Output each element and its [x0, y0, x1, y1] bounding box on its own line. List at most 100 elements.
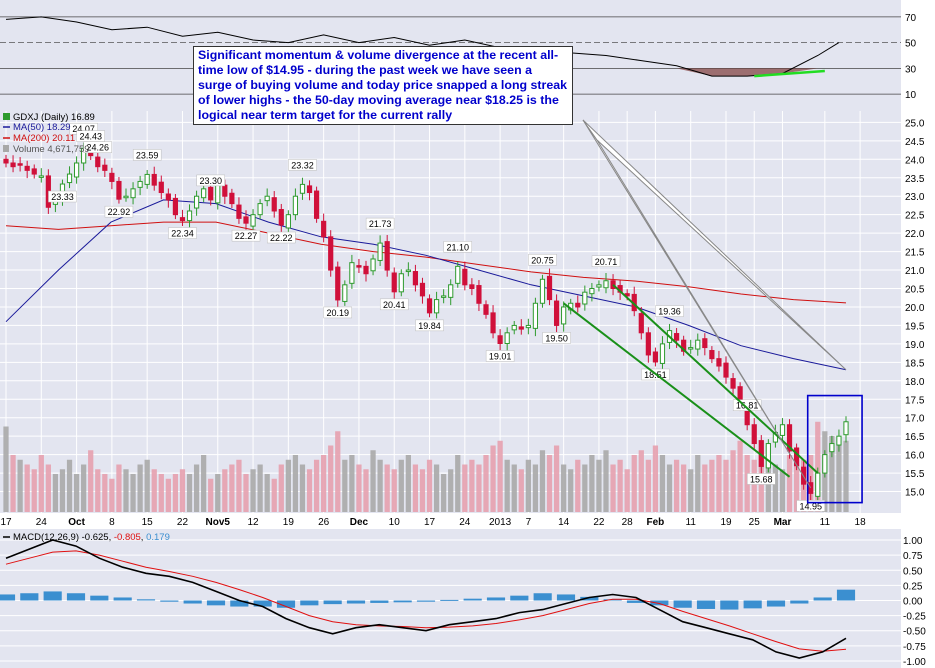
price-label: 20.19 — [323, 306, 353, 319]
volume-bar — [603, 450, 609, 512]
ticker-icon — [3, 113, 10, 120]
volume-bar — [356, 464, 362, 512]
candle-body — [384, 241, 390, 271]
price-label-text: 23.59 — [136, 150, 159, 160]
volume-bar — [476, 464, 482, 512]
candle-body — [335, 266, 341, 301]
date-tick-label: 24 — [36, 517, 48, 528]
rsi-tick-label: 50 — [905, 39, 917, 50]
volume-bar — [201, 455, 207, 512]
candle-body — [95, 156, 101, 168]
volume-bar — [582, 464, 588, 512]
candle-body — [172, 197, 179, 216]
candle-body — [116, 180, 122, 200]
macd-histogram-bar — [440, 599, 459, 601]
volume-bar — [299, 464, 306, 512]
macd-histogram-bar — [323, 600, 342, 605]
candle-body — [130, 188, 136, 199]
volume-bar — [342, 459, 348, 512]
candle-body — [504, 332, 510, 345]
volume-legend-icon — [3, 145, 9, 152]
macd-histogram-bar — [370, 600, 389, 603]
volume-bar — [681, 464, 687, 512]
volume-bar — [186, 474, 193, 512]
candle-body — [645, 332, 651, 356]
price-label-text: 22.22 — [270, 233, 293, 243]
candle-body — [815, 472, 821, 497]
price-label-text: 19.36 — [658, 307, 681, 317]
candle-body — [702, 338, 708, 349]
volume-bar — [483, 455, 489, 512]
candle-body — [229, 192, 235, 205]
candle-body — [808, 482, 814, 494]
volume-bar — [31, 469, 37, 512]
volume-bar — [391, 469, 397, 512]
candle-body — [24, 165, 30, 171]
price-label: 15.68 — [747, 473, 776, 485]
price-label-text: 20.19 — [326, 308, 349, 318]
macd-tick-label: -0.75 — [903, 642, 926, 653]
candle — [539, 274, 546, 308]
candle-body — [441, 295, 447, 298]
volume-bar — [123, 469, 129, 512]
macd-histogram-bar — [696, 600, 716, 609]
macd-histogram-bar — [206, 600, 226, 606]
volume-bar — [363, 469, 369, 512]
ma50-label: MA(50) 18.29 — [13, 122, 71, 133]
volume-bar — [257, 464, 263, 512]
volume-bar — [229, 464, 235, 512]
date-tick-label: 22 — [593, 517, 605, 528]
macd-histogram-bar — [790, 600, 809, 604]
macd-histogram-bar — [813, 597, 832, 601]
date-tick-label: 19 — [720, 517, 732, 528]
candle-body — [285, 214, 291, 229]
price-label-text: 20.41 — [383, 300, 406, 310]
candle-body — [137, 180, 143, 188]
candle — [328, 230, 334, 277]
macd-histogram-bar — [486, 597, 506, 601]
candle-body — [66, 173, 73, 184]
candle-body — [349, 262, 355, 284]
price-axis: 25.0 24.5 24.0 23.5 23.0 22.5 22.0 21.5 21.0 20.5… — [905, 118, 925, 498]
candle-body — [363, 265, 369, 275]
date-tick-label: 14 — [558, 517, 570, 528]
candle-body — [822, 454, 828, 474]
macd-tick-label: 0.50 — [903, 566, 923, 577]
price-label: 24.43 — [76, 130, 105, 142]
candle-body — [709, 350, 715, 360]
price-label-text: 24.43 — [79, 132, 102, 142]
volume-bar — [236, 459, 242, 512]
date-axis-band — [0, 513, 901, 529]
volume-bar — [469, 459, 475, 512]
macd-histogram-bar — [43, 591, 62, 601]
price-tick-label: 22.5 — [905, 211, 925, 222]
date-tick-label: 19 — [283, 517, 295, 528]
volume-bar — [130, 474, 136, 512]
candle-body — [638, 313, 644, 334]
candle-body — [306, 185, 313, 194]
candle-body — [328, 236, 334, 271]
candle-body — [321, 220, 327, 238]
rsi-tick-label: 30 — [905, 64, 917, 75]
volume-bar — [575, 459, 581, 512]
volume-bar — [179, 469, 186, 512]
candle-body — [391, 272, 397, 293]
candle-body — [405, 269, 411, 273]
macd-histogram-bar — [113, 597, 132, 601]
volume-bar — [737, 440, 743, 512]
price-label: 19.01 — [485, 350, 515, 362]
volume-bar — [553, 445, 560, 512]
candle-body — [688, 347, 694, 350]
price-label: 22.34 — [168, 227, 197, 239]
volume-bar — [779, 469, 786, 512]
macd-histogram-bar — [836, 589, 856, 601]
price-label: 19.36 — [655, 305, 684, 317]
candle-body — [730, 378, 736, 389]
volume-bar — [17, 459, 23, 512]
price-label: 20.75 — [528, 254, 557, 266]
ma200-label: MA(200) 20.11 — [13, 133, 75, 144]
price-label: 22.92 — [104, 205, 134, 218]
macd-histogram-bar — [90, 595, 109, 601]
date-tick-label: 22 — [177, 517, 189, 528]
date-tick-label: 7 — [526, 517, 532, 528]
